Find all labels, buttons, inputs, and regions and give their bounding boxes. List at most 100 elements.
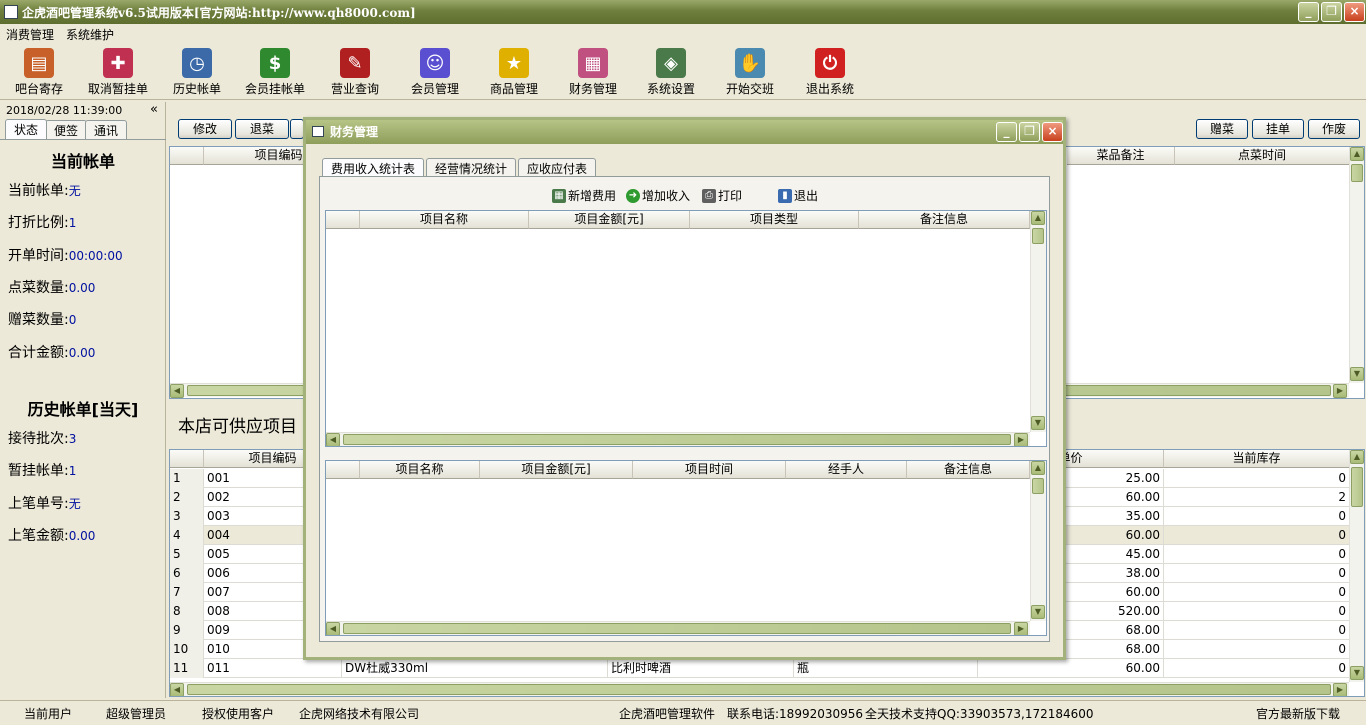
scroll-up-icon[interactable]: ▲: [1350, 450, 1364, 464]
tab-status[interactable]: 状态: [5, 119, 48, 139]
expense-vertical-scrollbar[interactable]: ▲ ▼: [1030, 211, 1046, 432]
scroll-thumb[interactable]: [1032, 478, 1044, 494]
scroll-right-icon[interactable]: ▶: [1333, 384, 1347, 398]
cell-stock: 0: [1164, 621, 1350, 640]
hold-order-button[interactable]: 挂单: [1252, 119, 1304, 139]
collapse-sidebar-icon[interactable]: «: [150, 102, 158, 117]
expense-col-name[interactable]: 项目名称: [360, 211, 529, 229]
toolbar-button-1[interactable]: ▤ 吧台寄存: [0, 48, 78, 100]
toolbar-button-5[interactable]: ✎ 营业查询: [316, 48, 394, 100]
star-icon: ★: [499, 48, 529, 78]
toolbar-button-6[interactable]: ☺ 会员管理: [396, 48, 474, 100]
menu-system-maintenance[interactable]: 系统维护: [66, 26, 114, 43]
sidebar-current-line: 合计金额:0.00: [8, 344, 96, 361]
income-col-time[interactable]: 项目时间: [633, 461, 786, 479]
income-col-amount[interactable]: 项目金额[元]: [480, 461, 633, 479]
income-col-remark[interactable]: 备注信息: [907, 461, 1030, 479]
scroll-left-icon[interactable]: ◀: [170, 683, 184, 696]
add-expense-button[interactable]: ▦ 新增费用: [552, 187, 616, 204]
scroll-right-icon[interactable]: ▶: [1333, 683, 1347, 696]
app-title: 企虎酒吧管理系统v6.5试用版本[官方网站:http://www.qh8000.…: [22, 5, 416, 20]
dialog-minimize-button[interactable]: _: [996, 122, 1017, 142]
add-income-button[interactable]: ➜ 增加收入: [626, 187, 690, 204]
menu-consumption[interactable]: 消费管理: [6, 26, 54, 43]
hscroll-thumb[interactable]: [187, 684, 1331, 695]
void-order-button[interactable]: 作废: [1308, 119, 1360, 139]
scroll-down-icon[interactable]: ▼: [1031, 605, 1045, 619]
toolbar-button-3[interactable]: ◷ 历史帐单: [158, 48, 236, 100]
toolbar-button-2[interactable]: ✚ 取消暂挂单: [79, 48, 157, 100]
scroll-left-icon[interactable]: ◀: [170, 384, 184, 398]
maximize-button[interactable]: ❐: [1321, 2, 1342, 22]
income-horizontal-scrollbar[interactable]: ◀ ▶: [326, 621, 1030, 635]
toolbar-button-11[interactable]: ⏻ 退出系统: [791, 48, 869, 100]
supply-col-stock[interactable]: 当前库存: [1164, 450, 1350, 468]
order-col-remark[interactable]: 菜品备注: [1067, 147, 1175, 165]
income-col-handler[interactable]: 经手人: [786, 461, 907, 479]
hidden-toolbar-button[interactable]: [290, 119, 304, 139]
hscroll-thumb[interactable]: [343, 623, 1011, 634]
tab-contacts[interactable]: 通讯: [85, 120, 128, 140]
expense-horizontal-scrollbar[interactable]: ◀ ▶: [326, 432, 1030, 446]
dialog-title-bar: 财务管理: [306, 120, 1063, 144]
scroll-right-icon[interactable]: ▶: [1014, 622, 1028, 635]
scroll-down-icon[interactable]: ▼: [1350, 666, 1364, 680]
scroll-up-icon[interactable]: ▲: [1350, 147, 1364, 161]
scroll-thumb[interactable]: [1032, 228, 1044, 244]
toolbar-button-8[interactable]: ▦ 财务管理: [554, 48, 632, 100]
income-col-name[interactable]: 项目名称: [360, 461, 480, 479]
scroll-up-icon[interactable]: ▲: [1031, 211, 1045, 225]
toolbar-button-4[interactable]: $ 会员挂帐单: [236, 48, 314, 100]
scroll-left-icon[interactable]: ◀: [326, 433, 340, 446]
dialog-tabs: 费用收入统计表 经营情况统计 应收应付表: [322, 158, 598, 178]
hscroll-thumb[interactable]: [343, 434, 1011, 445]
sidebar-current-line: 开单时间:00:00:00: [8, 247, 123, 264]
order-col-time[interactable]: 点菜时间: [1175, 147, 1350, 165]
supply-grid-corner: [170, 450, 204, 468]
dialog-maximize-button[interactable]: ❐: [1019, 122, 1040, 142]
expense-col-amount[interactable]: 项目金额[元]: [529, 211, 690, 229]
tab-expense-income[interactable]: 费用收入统计表: [322, 158, 425, 178]
toolbar-button-10[interactable]: ✋ 开始交班: [711, 48, 789, 100]
modify-button[interactable]: 修改: [178, 119, 232, 139]
receipt-icon: ✎: [340, 48, 370, 78]
status-download-link[interactable]: 官方最新版下载: [1256, 705, 1340, 722]
cell-n: 2: [170, 488, 204, 507]
scroll-left-icon[interactable]: ◀: [326, 622, 340, 635]
status-product-name: 企虎酒吧管理软件: [619, 707, 716, 721]
cell-n: 8: [170, 602, 204, 621]
tab-notes[interactable]: 便签: [45, 120, 88, 140]
toolbar-button-9[interactable]: ◈ 系统设置: [632, 48, 710, 100]
cell-n: 1: [170, 469, 204, 488]
status-licensed-label: 授权使用客户: [202, 707, 275, 721]
supply-vertical-scrollbar[interactable]: ▲ ▼: [1349, 450, 1364, 682]
minimize-button[interactable]: _: [1298, 2, 1319, 22]
table-row[interactable]: 11 011 DW杜威330ml 比利时啤酒瓶 60.00 0: [170, 659, 1350, 678]
income-vertical-scrollbar[interactable]: ▲ ▼: [1030, 461, 1046, 621]
expense-col-remark[interactable]: 备注信息: [859, 211, 1030, 229]
tab-receivable-payable[interactable]: 应收应付表: [518, 158, 597, 178]
cell-code: 011: [204, 659, 342, 678]
status-phone: 联系电话:18992030956: [727, 707, 864, 721]
scroll-up-icon[interactable]: ▲: [1031, 461, 1045, 475]
print-button[interactable]: ⎙ 打印: [702, 187, 742, 204]
close-button[interactable]: ×: [1344, 2, 1365, 22]
toolbar-button-7[interactable]: ★ 商品管理: [475, 48, 553, 100]
supply-title: 本店可供应项目: [178, 417, 297, 437]
scroll-thumb[interactable]: [1351, 164, 1363, 182]
supply-horizontal-scrollbar[interactable]: ◀ ▶: [170, 682, 1349, 696]
scroll-thumb[interactable]: [1351, 467, 1363, 507]
expense-col-type[interactable]: 项目类型: [690, 211, 859, 229]
main-toolbar: ▤ 吧台寄存 ✚ 取消暂挂单 ◷ 历史帐单 $ 会员挂帐单 ✎ 营业查询 ☺ 会员管理 ★ 商品管理 ▦ 财务…: [0, 44, 1366, 100]
exit-button[interactable]: ▮ 退出: [778, 187, 818, 204]
dialog-close-button[interactable]: ×: [1042, 122, 1063, 142]
toolbar-button-label: 会员挂帐单: [244, 82, 305, 96]
return-dish-button[interactable]: 退菜: [235, 119, 289, 139]
tab-business-stats[interactable]: 经营情况统计: [426, 158, 517, 178]
gift-dish-button[interactable]: 赠菜: [1196, 119, 1248, 139]
scroll-right-icon[interactable]: ▶: [1014, 433, 1028, 446]
scroll-down-icon[interactable]: ▼: [1350, 367, 1364, 381]
dialog-title: 财务管理: [330, 125, 379, 139]
order-vertical-scrollbar[interactable]: ▲ ▼: [1349, 147, 1364, 383]
scroll-down-icon[interactable]: ▼: [1031, 416, 1045, 430]
